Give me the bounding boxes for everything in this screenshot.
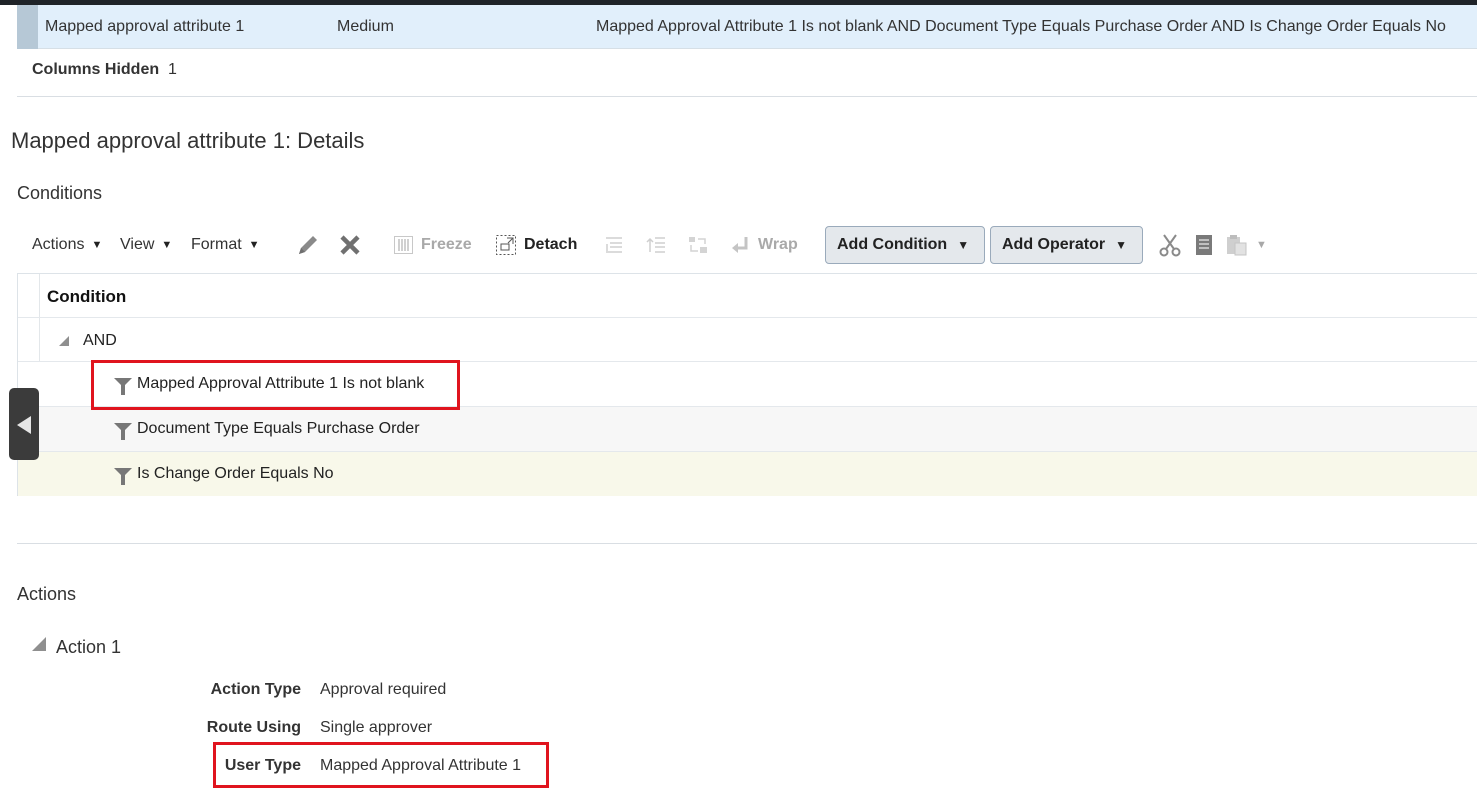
close-x-icon bbox=[340, 235, 360, 255]
filter-icon bbox=[114, 468, 132, 485]
view-menu[interactable]: View ▼ bbox=[120, 226, 172, 264]
route-using-value: Single approver bbox=[320, 719, 433, 736]
highlight-box-user-type bbox=[213, 742, 549, 788]
delete-button[interactable] bbox=[339, 226, 361, 264]
detach-icon bbox=[496, 235, 516, 255]
row-selection-marker bbox=[17, 5, 38, 49]
detach-button[interactable]: Detach bbox=[496, 226, 577, 264]
caret-down-icon: ▼ bbox=[91, 239, 103, 251]
edit-button[interactable] bbox=[296, 226, 320, 264]
move-button[interactable] bbox=[688, 226, 708, 264]
details-title: Mapped approval attribute 1: Details bbox=[11, 128, 365, 153]
columns-hidden-count: 1 bbox=[168, 61, 177, 78]
paste-icon bbox=[1227, 235, 1247, 256]
add-condition-button[interactable]: Add Condition ▼ bbox=[825, 226, 985, 264]
conditions-section-title: Conditions bbox=[17, 183, 103, 203]
caret-down-icon: ▼ bbox=[161, 239, 173, 251]
copy-icon bbox=[1196, 235, 1212, 255]
table-header: Condition bbox=[18, 274, 1477, 318]
condition-text: Document Type Equals Purchase Order bbox=[137, 420, 420, 437]
columns-hidden-status: Columns Hidden 1 bbox=[32, 61, 177, 79]
action-type-value: Approval required bbox=[320, 681, 447, 698]
reorder-icon bbox=[689, 237, 707, 253]
outdent-icon bbox=[646, 237, 665, 253]
indent-icon bbox=[606, 237, 622, 253]
paste-button[interactable]: ▼ bbox=[1226, 226, 1267, 264]
add-operator-button[interactable]: Add Operator ▼ bbox=[990, 226, 1143, 264]
outdent-button[interactable] bbox=[646, 226, 666, 264]
operator-row[interactable]: AND bbox=[18, 318, 1477, 362]
action-type-label: Action Type bbox=[210, 681, 301, 698]
expanded-triangle-icon bbox=[32, 637, 46, 651]
divider bbox=[17, 543, 1477, 544]
rule-condition-cell: Mapped Approval Attribute 1 Is not blank… bbox=[596, 18, 1446, 35]
freeze-button[interactable]: Freeze bbox=[394, 226, 472, 264]
columns-hidden-label: Columns Hidden bbox=[32, 61, 160, 78]
condition-row-current[interactable]: Is Change Order Equals No bbox=[18, 452, 1477, 496]
route-using-label: Route Using bbox=[206, 719, 301, 736]
filter-icon bbox=[114, 423, 132, 440]
selected-rule-row[interactable]: Mapped approval attribute 1 Medium Mappe… bbox=[17, 5, 1477, 49]
caret-down-icon: ▼ bbox=[248, 239, 260, 251]
triangle-left-icon bbox=[17, 416, 31, 434]
expanded-triangle-icon[interactable] bbox=[59, 336, 69, 346]
divider bbox=[17, 96, 1477, 97]
caret-down-icon: ▼ bbox=[957, 238, 970, 252]
conditions-toolbar: Actions ▼ View ▼ Format ▼ Freeze Detach … bbox=[17, 226, 1477, 264]
actions-section-title: Actions bbox=[17, 584, 77, 604]
condition-row[interactable]: Document Type Equals Purchase Order bbox=[18, 407, 1477, 452]
indent-button[interactable] bbox=[604, 226, 624, 264]
copy-button[interactable] bbox=[1194, 226, 1214, 264]
column-header-condition[interactable]: Condition bbox=[47, 287, 126, 307]
wrap-icon bbox=[732, 237, 748, 253]
condition-text: Is Change Order Equals No bbox=[137, 465, 334, 482]
caret-down-icon: ▼ bbox=[1256, 239, 1267, 251]
format-menu[interactable]: Format ▼ bbox=[191, 226, 260, 264]
panel-collapse-tab[interactable] bbox=[9, 388, 39, 460]
wrap-button[interactable]: Wrap bbox=[731, 226, 798, 264]
pencil-icon bbox=[299, 236, 317, 254]
action-1-toggle[interactable]: Action 1 bbox=[32, 637, 121, 658]
highlight-box-condition bbox=[91, 360, 460, 410]
cut-button[interactable] bbox=[1158, 226, 1182, 264]
caret-down-icon: ▼ bbox=[1115, 238, 1128, 252]
actions-menu[interactable]: Actions ▼ bbox=[32, 226, 102, 264]
rule-priority-cell: Medium bbox=[337, 18, 394, 35]
freeze-columns-icon bbox=[394, 236, 413, 254]
rule-name-cell: Mapped approval attribute 1 bbox=[45, 18, 245, 35]
action-name: Action 1 bbox=[56, 637, 122, 657]
scissors-icon bbox=[1159, 234, 1181, 257]
operator-label: AND bbox=[83, 332, 117, 349]
